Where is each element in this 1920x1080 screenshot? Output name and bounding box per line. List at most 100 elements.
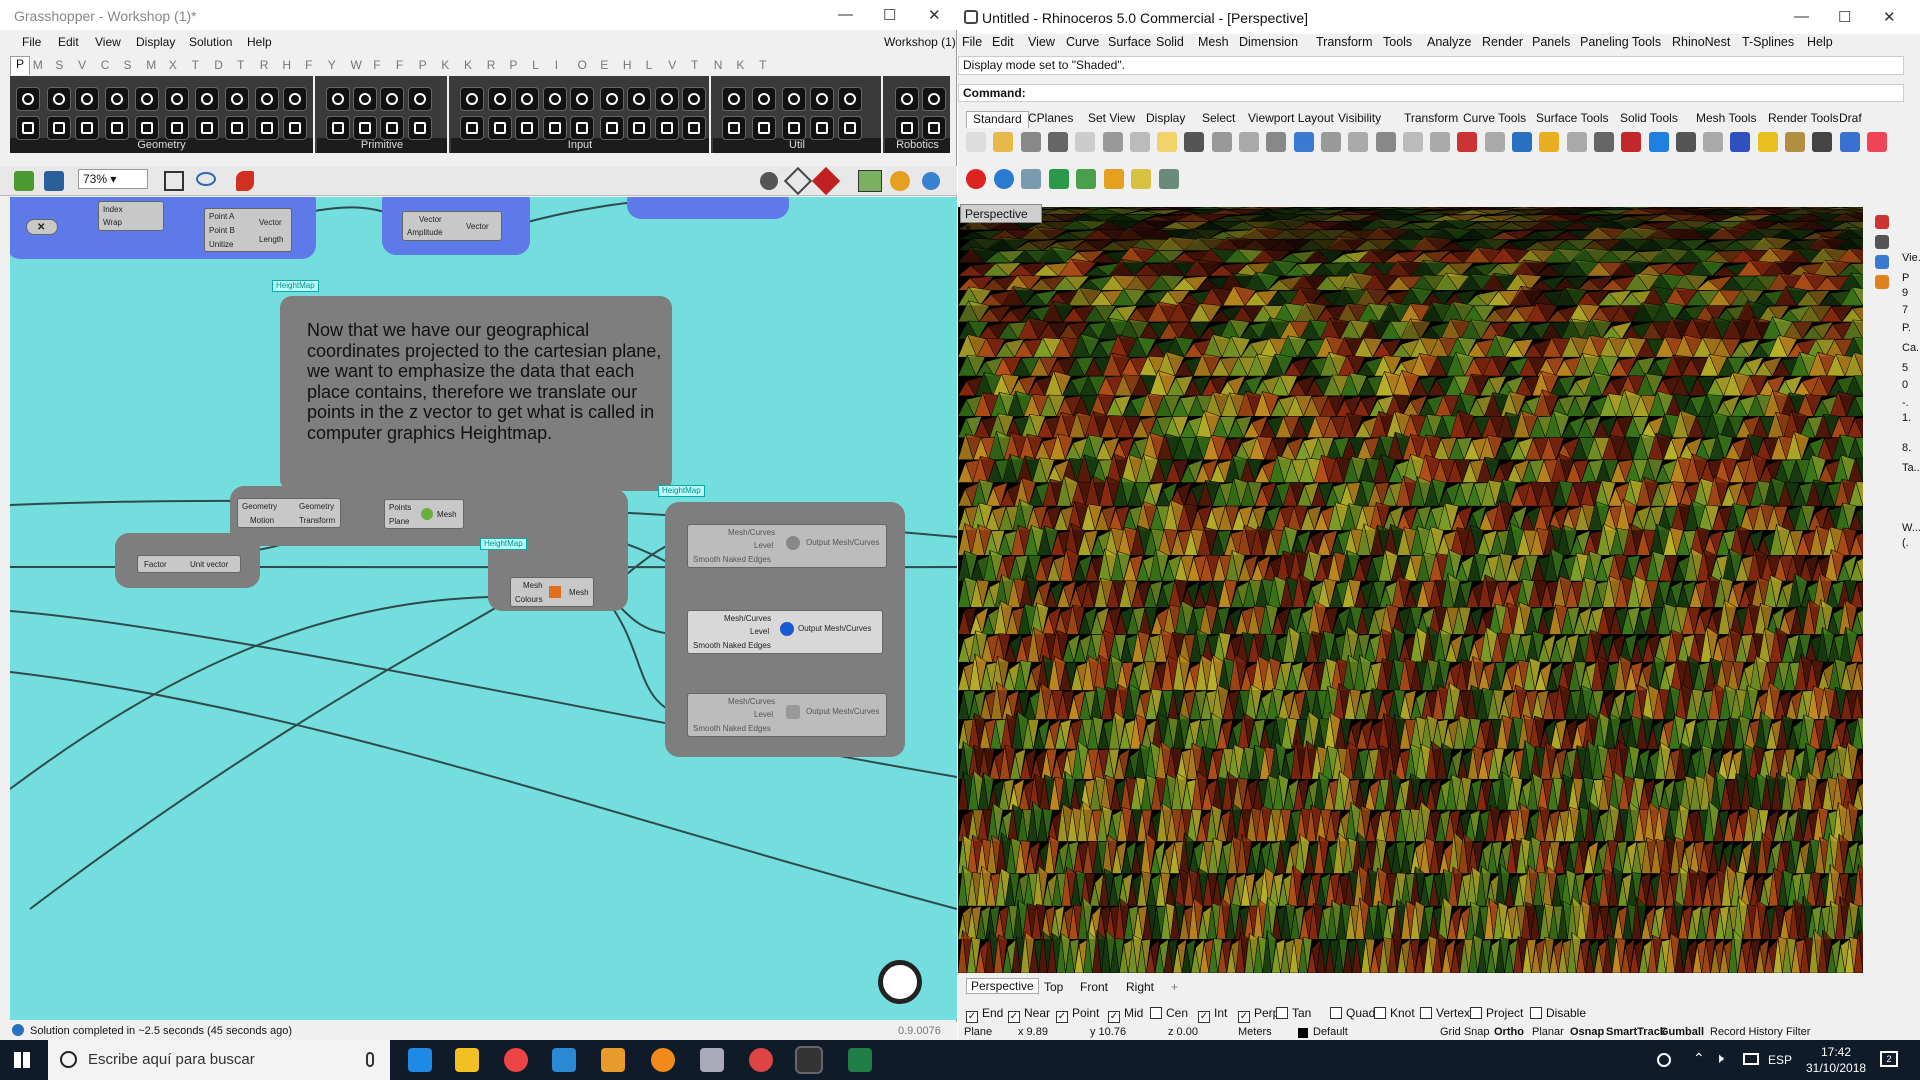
tab-16[interactable]: F (373, 58, 380, 72)
gh-menu-help[interactable]: Help (247, 35, 272, 49)
toolbar-tab[interactable]: Visibility (1338, 111, 1381, 125)
minimize-button[interactable]: — (838, 6, 853, 23)
viewport-tab[interactable]: Front (1080, 980, 1108, 994)
toolbar-tab[interactable]: Transform (1404, 111, 1458, 125)
rhino-menu-item[interactable]: Paneling Tools (1580, 35, 1661, 49)
preview-node-2[interactable]: Mesh/Curves Level Smooth Naked Edges Out… (687, 610, 883, 654)
component-icon[interactable] (353, 87, 377, 111)
toolbar-tab[interactable]: Viewport Layout (1248, 111, 1334, 125)
component-icon[interactable] (655, 116, 679, 140)
component-icon[interactable] (922, 116, 946, 140)
tab-5[interactable]: S (124, 58, 132, 72)
maximize-button[interactable]: ☐ (1838, 8, 1851, 26)
file-explorer-icon[interactable] (455, 1048, 479, 1072)
component-icon[interactable] (488, 87, 512, 111)
component-icon[interactable] (722, 87, 746, 111)
component-icon[interactable] (682, 116, 706, 140)
checkbox[interactable] (1420, 1007, 1432, 1019)
checkbox[interactable]: ✓ (1198, 1011, 1210, 1023)
toolbar-icon[interactable] (1785, 132, 1805, 152)
viewport-tab[interactable]: Right (1126, 980, 1154, 994)
notifications-icon[interactable]: 2 (1880, 1051, 1898, 1067)
rhino-menu-item[interactable]: Transform (1316, 35, 1373, 49)
zoom-extents-icon[interactable] (164, 171, 184, 191)
rhino-menu-item[interactable]: Render (1482, 35, 1523, 49)
rhino-menu-item[interactable]: Solid (1156, 35, 1184, 49)
toolbar-tab[interactable]: Display (1146, 111, 1185, 125)
app-icon[interactable] (651, 1048, 675, 1072)
tab-19[interactable]: K (441, 58, 449, 72)
checkbox[interactable]: ✓ (1108, 1011, 1120, 1023)
checkbox[interactable] (1530, 1007, 1542, 1019)
tab-18[interactable]: P (419, 58, 427, 72)
tab-4[interactable]: C (101, 58, 110, 72)
osnap-vertex[interactable]: Vertex (1420, 1006, 1470, 1020)
component-icon[interactable] (810, 87, 834, 111)
rhino-menu-item[interactable]: Analyze (1427, 35, 1471, 49)
viewport-tab[interactable]: Perspective (966, 978, 1039, 994)
microphone-icon[interactable] (366, 1052, 374, 1067)
chrome-icon[interactable] (749, 1048, 773, 1072)
status-toggle[interactable]: Gumball (1660, 1026, 1704, 1038)
component-icon[interactable] (283, 116, 307, 140)
status-toggle[interactable]: Grid Snap (1440, 1026, 1490, 1038)
app-icon[interactable] (552, 1048, 576, 1072)
gh-menu-display[interactable]: Display (136, 35, 175, 49)
component-icon[interactable] (75, 116, 99, 140)
component-icon[interactable] (515, 87, 539, 111)
move-node[interactable]: Geometry Motion Geometry Transform (237, 498, 341, 528)
component-icon[interactable] (225, 116, 249, 140)
checkbox[interactable] (1470, 1007, 1482, 1019)
add-viewport-icon[interactable]: + (1171, 980, 1178, 994)
rhino-menu-item[interactable]: Mesh (1198, 35, 1229, 49)
component-icon[interactable] (570, 87, 594, 111)
component-icon[interactable] (283, 87, 307, 111)
component-icon[interactable] (922, 87, 946, 111)
command-line[interactable]: Command: (958, 84, 1904, 102)
component-icon[interactable] (655, 87, 679, 111)
status-toggle[interactable]: Osnap (1570, 1026, 1604, 1038)
toolbar-icon[interactable] (1102, 132, 1123, 152)
viewport-title[interactable]: Perspective ▾ (960, 204, 1042, 235)
toolbar-icon[interactable] (1348, 132, 1369, 152)
component-icon[interactable] (895, 87, 919, 111)
component-icon[interactable] (408, 87, 432, 111)
gh-menu-solution[interactable]: Solution (189, 35, 232, 49)
tab-3[interactable]: V (78, 58, 86, 72)
toolbar-icon[interactable] (1539, 132, 1560, 152)
component-icon[interactable] (16, 116, 40, 140)
toolbar-icon[interactable] (1293, 132, 1314, 152)
amplitude-node[interactable]: Vector Amplitude Vector (402, 211, 502, 241)
rhino-menu-item[interactable]: Help (1807, 35, 1833, 49)
component-icon[interactable] (488, 116, 512, 140)
toolbar-tab[interactable]: Curve Tools (1463, 111, 1526, 125)
chrome-icon[interactable] (504, 1048, 528, 1072)
component-icon[interactable] (380, 87, 404, 111)
component-icon[interactable] (353, 116, 377, 140)
component-icon[interactable] (810, 116, 834, 140)
component-icon[interactable] (752, 116, 776, 140)
render-toolbar-icon[interactable] (1076, 169, 1096, 189)
toolbar-tab[interactable]: Standard (966, 111, 1029, 128)
media-player-icon[interactable] (601, 1048, 625, 1072)
component-group[interactable] (627, 197, 789, 219)
shaded-icon[interactable] (811, 166, 841, 196)
tab-22[interactable]: P (509, 58, 517, 72)
toolbar-tab[interactable]: Select (1202, 111, 1235, 125)
tab-33[interactable]: T (759, 58, 766, 72)
component-icon[interactable] (16, 87, 40, 111)
component-icon[interactable] (752, 87, 776, 111)
panel-icon[interactable] (1875, 255, 1889, 269)
component-icon[interactable] (326, 87, 350, 111)
component-icon[interactable] (838, 116, 862, 140)
component-icon[interactable] (895, 116, 919, 140)
close-button[interactable]: ✕ (1883, 8, 1896, 26)
grasshopper-taskbar-icon[interactable] (795, 1046, 823, 1074)
start-windows-icon[interactable] (14, 1052, 30, 1068)
tab-27[interactable]: H (623, 58, 632, 72)
component-icon[interactable] (47, 87, 71, 111)
component-icon[interactable] (75, 87, 99, 111)
rhino-menu-item[interactable]: Panels (1532, 35, 1570, 49)
component-icon[interactable] (195, 87, 219, 111)
edge-browser-icon[interactable] (408, 1048, 432, 1072)
